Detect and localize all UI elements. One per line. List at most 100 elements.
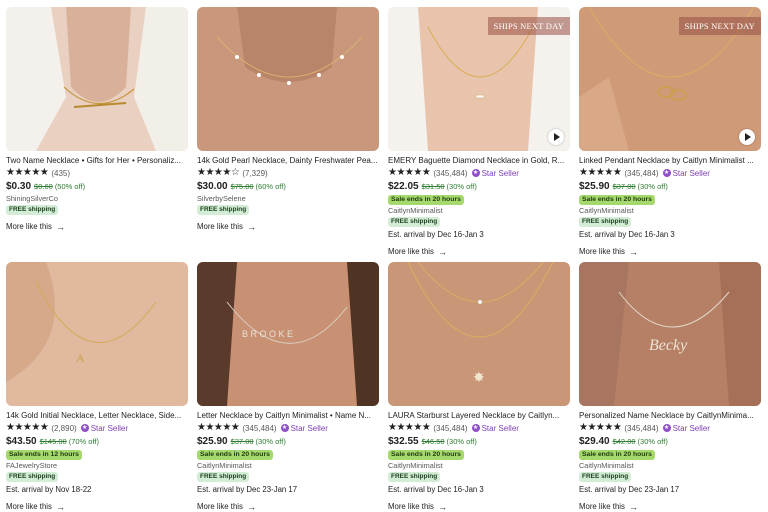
star-rating-icon: ★★★★★ [388,422,431,433]
price-row: $30.00 $75.00 (60% off) [197,181,379,193]
price: $25.90 [197,436,228,447]
product-image[interactable]: Becky [579,262,761,406]
estimated-arrival: Est. arrival by Dec 16-Jan 3 [388,485,484,494]
more-like-this-link[interactable]: More like this → [579,247,761,257]
discount: (30% off) [446,182,477,191]
more-like-this-link[interactable]: More like this → [6,502,188,512]
review-count: (345,484) [624,168,659,178]
sale-ends-badge: Sale ends in 20 hours [197,450,273,460]
shop-name[interactable]: CaitlynMinimalist [579,461,761,470]
product-title[interactable]: 14k Gold Initial Necklace, Letter Neckla… [6,410,188,421]
sale-ends-badge: Sale ends in 20 hours [579,195,655,205]
svg-text:✸: ✸ [473,369,485,385]
price-row: $29.40 $42.00 (30% off) [579,436,761,448]
product-card[interactable]: Two Name Necklace • Gifts for Her • Pers… [6,7,188,232]
star-seller-icon: ★ [662,169,671,177]
star-rating-icon: ★★★★★ [388,167,431,178]
product-title[interactable]: 14k Gold Pearl Necklace, Dainty Freshwat… [197,155,379,166]
more-like-this-link[interactable]: More like this → [388,247,570,257]
star-seller-icon: ★ [471,424,480,432]
product-image[interactable]: B R O O K E [197,262,379,406]
star-seller-label: Star Seller [90,423,129,433]
product-card[interactable]: SHIPS NEXT DAY EMERY Baguette Diamond Ne… [388,7,570,257]
product-image[interactable] [197,7,379,151]
product-image[interactable]: SHIPS NEXT DAY [579,7,761,151]
more-like-this-link[interactable]: More like this → [197,502,379,512]
price: $29.40 [579,436,610,447]
star-seller-label: Star Seller [672,168,710,178]
product-card[interactable]: Becky Personalized Name Necklace by Cait… [579,262,761,512]
more-like-this-link[interactable]: More like this → [197,222,379,232]
original-price: $37.00 [612,182,636,191]
original-price: $37.00 [230,437,254,446]
product-image[interactable]: ✸ [388,262,570,406]
product-image[interactable]: A [6,262,188,406]
shop-name[interactable]: FAJewelryStore [6,461,188,470]
product-card[interactable]: B R O O K E Letter Necklace by Caitlyn M… [197,262,379,512]
more-like-this-label: More like this [6,502,52,511]
review-count: (435) [51,168,71,178]
shop-name[interactable]: CaitlynMinimalist [388,461,570,470]
more-like-this-link[interactable]: More like this → [6,222,188,232]
product-title[interactable]: Letter Necklace by Caitlyn Minimalist • … [197,410,379,421]
svg-text:A: A [76,351,85,365]
arrow-right-icon: → [437,247,447,257]
estimated-arrival: Est. arrival by Nov 18-22 [6,485,92,494]
price-row: $0.30 $0.60 (50% off) [6,181,188,193]
product-title[interactable]: Two Name Necklace • Gifts for Her • Pers… [6,155,188,166]
product-image[interactable] [6,7,188,151]
more-like-this-label: More like this [579,247,625,256]
product-title[interactable]: Linked Pendant Necklace by Caitlyn Minim… [579,155,761,166]
price: $0.30 [6,181,32,192]
star-seller-icon: ★ [662,424,671,432]
free-shipping-badge: FREE shipping [579,217,632,227]
review-count: (345,484) [242,423,277,433]
product-card[interactable]: ✸ LAURA Starburst Layered Necklace by Ca… [388,262,570,512]
rating: ★★★★★ (345,484) ★ Star Seller [388,422,570,434]
product-grid: Two Name Necklace • Gifts for Her • Pers… [0,0,768,512]
product-card[interactable]: SHIPS NEXT DAY Linked Pendant Necklace b… [579,7,761,257]
product-title[interactable]: LAURA Starburst Layered Necklace by Cait… [388,410,570,421]
sale-ends-badge: Sale ends in 20 hours [388,195,464,205]
product-card[interactable]: A 14k Gold Initial Necklace, Letter Neck… [6,262,188,512]
rating: ★★★★★ (2,890) ★ Star Seller [6,422,188,434]
play-video-icon[interactable] [739,129,755,145]
free-shipping-badge: FREE shipping [197,205,250,215]
rating: ★★★★★ (345,484) ★ Star Seller [579,167,761,179]
more-like-this-label: More like this [388,502,434,511]
estimated-arrival: Est. arrival by Dec 23-Jan 17 [197,485,298,494]
more-like-this-label: More like this [197,502,243,511]
price-row: $43.50 $145.00 (70% off) [6,436,188,448]
star-seller-label: Star Seller [290,423,328,433]
star-seller-icon: ★ [280,424,289,432]
shop-name[interactable]: SilverbySelene [197,194,379,203]
star-seller-badge: ★ Star Seller [471,424,519,433]
discount: (30% off) [637,182,668,191]
arrow-right-icon: → [628,247,638,257]
review-count: (345,484) [624,423,659,433]
ships-next-day-badge: SHIPS NEXT DAY [678,17,761,35]
rating: ★★★★★ (345,484) ★ Star Seller [579,422,761,434]
shop-name[interactable]: CaitlynMinimalist [579,206,761,215]
play-video-icon[interactable] [548,129,564,145]
shop-name[interactable]: ShiningSilverCo [6,194,188,203]
product-image[interactable]: SHIPS NEXT DAY [388,7,570,151]
estimated-arrival: Est. arrival by Dec 16-Jan 3 [579,230,675,239]
rating: ★★★★★ (435) [6,167,188,179]
price: $25.90 [579,181,610,192]
free-shipping-badge: FREE shipping [6,472,59,482]
star-seller-badge: ★ Star Seller [662,424,710,433]
review-count: (7,329) [242,168,268,178]
shop-name[interactable]: CaitlynMinimalist [197,461,379,470]
more-like-this-link[interactable]: More like this → [579,502,761,512]
product-title[interactable]: Personalized Name Necklace by CaitlynMin… [579,410,761,421]
shop-name[interactable]: CaitlynMinimalist [388,206,570,215]
discount: (50% off) [54,182,86,191]
product-card[interactable]: 14k Gold Pearl Necklace, Dainty Freshwat… [197,7,379,232]
star-rating-icon: ★★★★★ [579,422,622,433]
discount: (70% off) [68,437,100,446]
product-title[interactable]: EMERY Baguette Diamond Necklace in Gold,… [388,155,570,166]
more-like-this-link[interactable]: More like this → [388,502,570,512]
star-seller-badge: ★ Star Seller [80,423,129,433]
price: $30.00 [197,181,228,192]
